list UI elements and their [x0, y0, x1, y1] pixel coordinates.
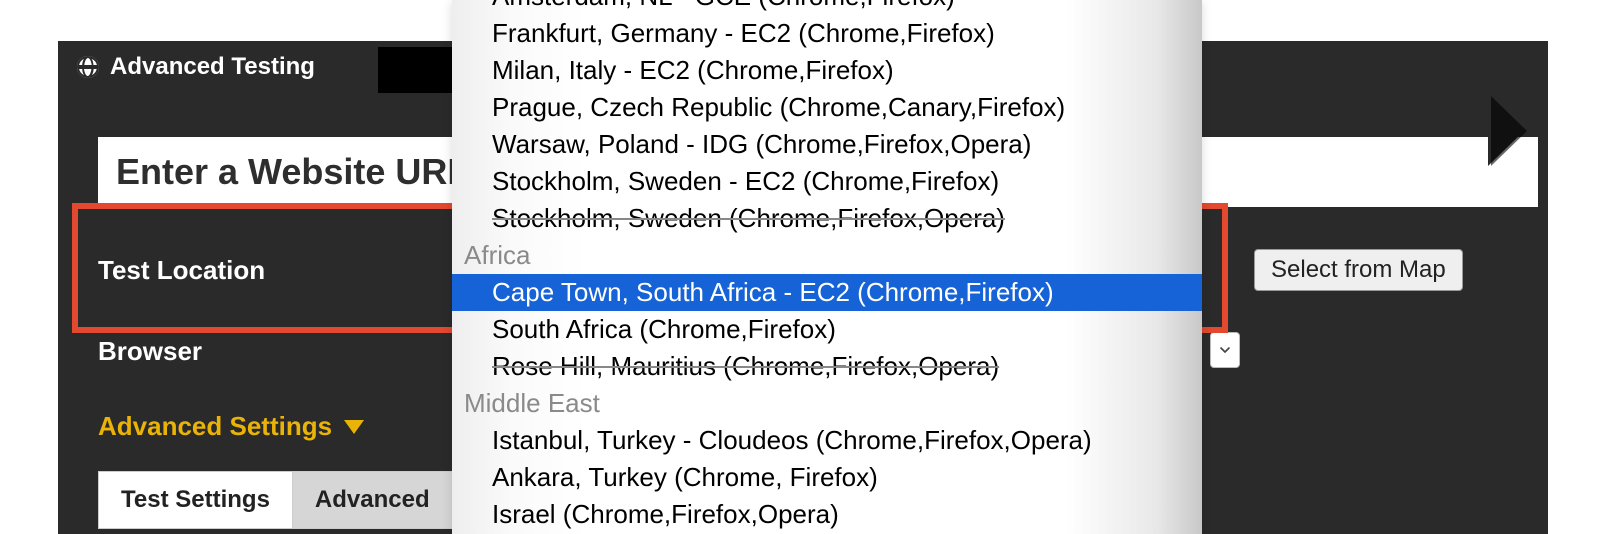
- location-option[interactable]: Stockholm, Sweden (Chrome,Firefox,Opera): [452, 200, 1202, 237]
- location-option[interactable]: Ankara, Turkey (Chrome, Firefox): [452, 459, 1202, 496]
- location-option[interactable]: South Africa (Chrome,Firefox): [452, 311, 1202, 348]
- url-input-placeholder: Enter a Website URL: [116, 151, 469, 193]
- location-option[interactable]: Milan, Italy - EC2 (Chrome,Firefox): [452, 52, 1202, 89]
- subtabs: Test Settings Advanced: [98, 471, 453, 529]
- label-test-location: Test Location: [98, 255, 265, 286]
- location-option[interactable]: Warsaw, Poland - IDG (Chrome,Firefox,Ope…: [452, 126, 1202, 163]
- location-option[interactable]: Amsterdam, NL - GCE (Chrome,Firefox): [452, 0, 1202, 15]
- location-option[interactable]: Istanbul, Turkey - Cloudeos (Chrome,Fire…: [452, 422, 1202, 459]
- chevron-down-icon: [344, 420, 364, 434]
- location-option[interactable]: Israel (Chrome,Firefox,Opera): [452, 496, 1202, 533]
- location-option[interactable]: Prague, Czech Republic (Chrome,Canary,Fi…: [452, 89, 1202, 126]
- globe-icon: [76, 55, 100, 79]
- select-from-map-button[interactable]: Select from Map: [1254, 249, 1463, 291]
- advanced-settings-toggle[interactable]: Advanced Settings: [98, 411, 364, 442]
- location-option[interactable]: Rose Hill, Mauritius (Chrome,Firefox,Ope…: [452, 348, 1202, 385]
- subtab-advanced[interactable]: Advanced: [293, 471, 453, 529]
- advanced-settings-label: Advanced Settings: [98, 411, 332, 442]
- label-browser: Browser: [98, 336, 202, 367]
- location-option[interactable]: Frankfurt, Germany - EC2 (Chrome,Firefox…: [452, 15, 1202, 52]
- location-option[interactable]: Cape Town, South Africa - EC2 (Chrome,Fi…: [452, 274, 1202, 311]
- chevron-down-icon: [1217, 342, 1233, 358]
- browser-select-chevron[interactable]: [1210, 332, 1240, 368]
- option-group-label: Africa: [452, 237, 1202, 274]
- option-group-label: Middle East: [452, 385, 1202, 422]
- start-test-arrow[interactable]: [1488, 96, 1524, 166]
- location-dropdown[interactable]: Amsterdam, NL - GCE (Chrome,Firefox)Fran…: [452, 0, 1202, 534]
- tab-inactive[interactable]: [378, 47, 458, 93]
- tab-advanced-testing[interactable]: Advanced Testing: [58, 41, 378, 93]
- tab-advanced-testing-label: Advanced Testing: [110, 53, 315, 81]
- location-option[interactable]: Stockholm, Sweden - EC2 (Chrome,Firefox): [452, 163, 1202, 200]
- subtab-test-settings[interactable]: Test Settings: [98, 471, 293, 529]
